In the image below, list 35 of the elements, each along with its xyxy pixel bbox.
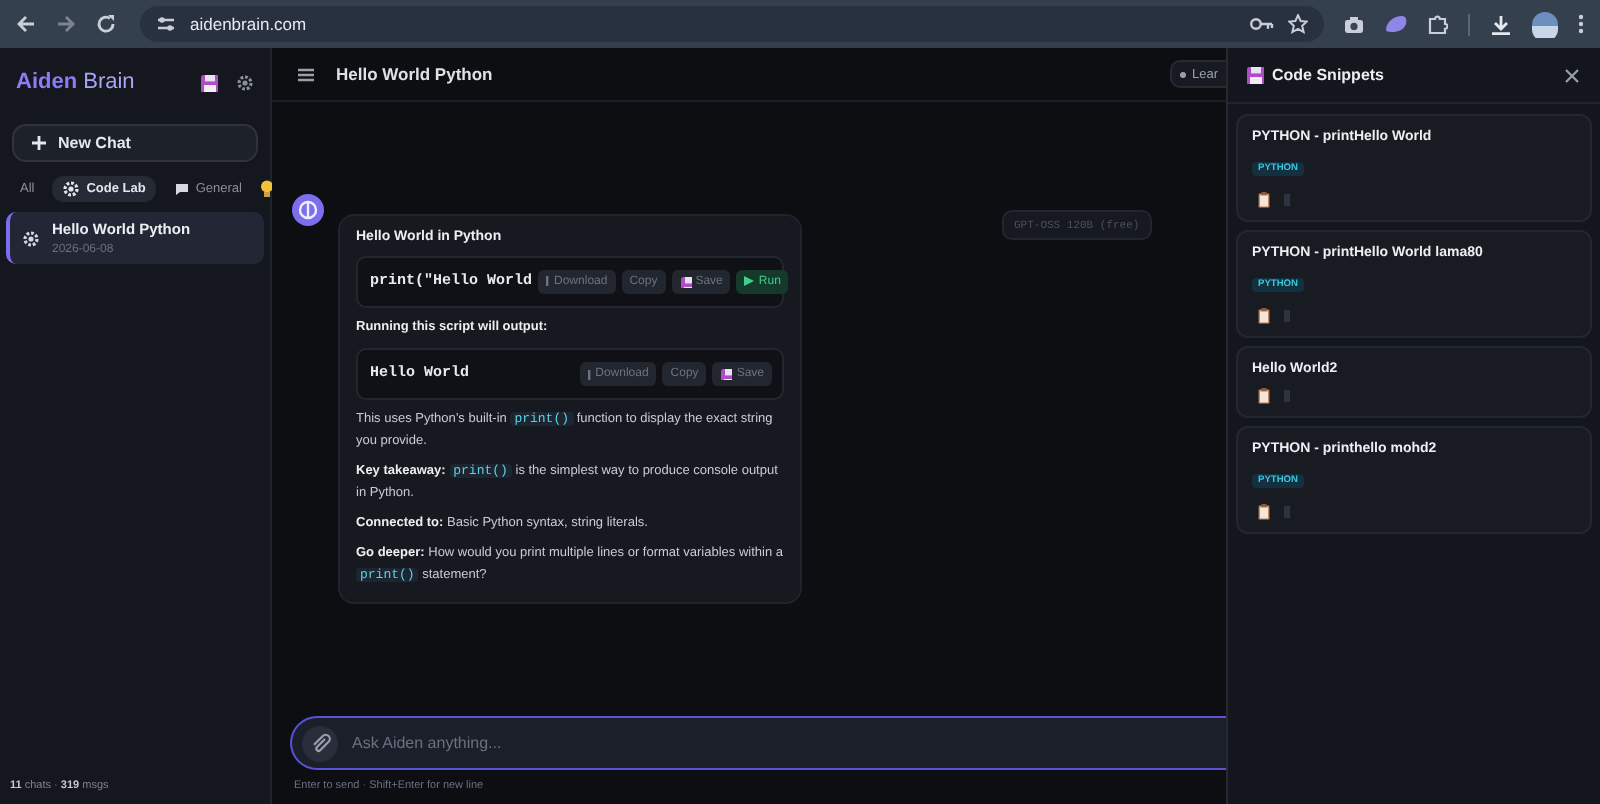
chat-title: Hello World Python [336, 64, 493, 84]
gear-icon [62, 179, 81, 197]
extension-icon[interactable] [1384, 14, 1408, 34]
clipboard-icon[interactable] [1258, 504, 1270, 520]
site-settings-icon[interactable] [156, 14, 176, 34]
back-icon[interactable] [16, 14, 36, 34]
lightbulb-icon[interactable] [259, 179, 274, 197]
plus-icon [32, 136, 46, 150]
key-icon[interactable] [1250, 16, 1274, 32]
floppy-disk-icon [720, 368, 733, 381]
star-icon[interactable] [1288, 14, 1308, 34]
address-bar-url[interactable]: aidenbrain.com [190, 14, 307, 34]
panel-title: Code Snippets [1272, 66, 1385, 84]
more-menu-icon[interactable] [1578, 14, 1584, 34]
menu-icon[interactable] [298, 67, 314, 81]
puzzle-icon[interactable] [1428, 14, 1448, 34]
gear-icon[interactable] [236, 73, 254, 91]
floppy-disk-icon [679, 275, 692, 288]
clipboard-icon[interactable] [1258, 388, 1270, 404]
save-icon[interactable] [200, 73, 218, 91]
close-icon[interactable] [1564, 67, 1580, 83]
assistant-avatar-icon [292, 194, 324, 226]
avatar-icon[interactable] [1532, 11, 1558, 37]
app-logo: Aiden Brain [16, 70, 135, 94]
gear-icon [22, 229, 40, 247]
message-input[interactable]: Ask Aiden anything... [290, 716, 1226, 770]
forward-icon[interactable] [56, 14, 76, 34]
clipboard-icon[interactable] [1258, 308, 1270, 324]
paperclip-icon[interactable] [302, 726, 338, 762]
clipboard-icon[interactable] [1258, 192, 1270, 208]
speech-bubble-icon [173, 181, 190, 195]
new-chat-button[interactable]: New Chat [12, 124, 258, 162]
camera-icon[interactable] [1344, 15, 1364, 33]
play-icon [744, 276, 755, 287]
reload-icon[interactable] [96, 14, 116, 34]
